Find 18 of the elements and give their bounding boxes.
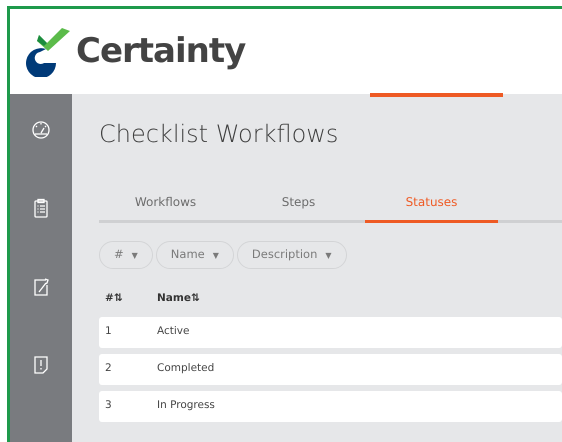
- table-row[interactable]: 3 In Progress: [99, 390, 562, 422]
- gauge-icon[interactable]: [31, 120, 51, 141]
- brand-name: Certainty: [76, 30, 246, 73]
- sort-icon[interactable]: ⇅: [114, 292, 123, 304]
- table-cell-text: Active: [157, 324, 190, 340]
- tab[interactable]: Steps: [232, 192, 365, 223]
- table-cell-text: 2: [104, 361, 113, 376]
- page-title: Checklist Workflows: [99, 120, 340, 149]
- column-header[interactable]: #: [105, 292, 114, 304]
- table-row[interactable]: 1 Active: [99, 316, 562, 348]
- table-cell-text: 1: [104, 324, 113, 340]
- column-header[interactable]: Name: [157, 292, 191, 304]
- table-cell-text: 3: [104, 398, 113, 414]
- table-cell-text: In Progress: [157, 398, 215, 414]
- table-cell-text: Completed: [157, 361, 214, 376]
- sort-icon[interactable]: ⇅: [190, 292, 200, 304]
- tab[interactable]: Workflows: [99, 192, 232, 223]
- table-row[interactable]: 2 Completed: [99, 354, 562, 385]
